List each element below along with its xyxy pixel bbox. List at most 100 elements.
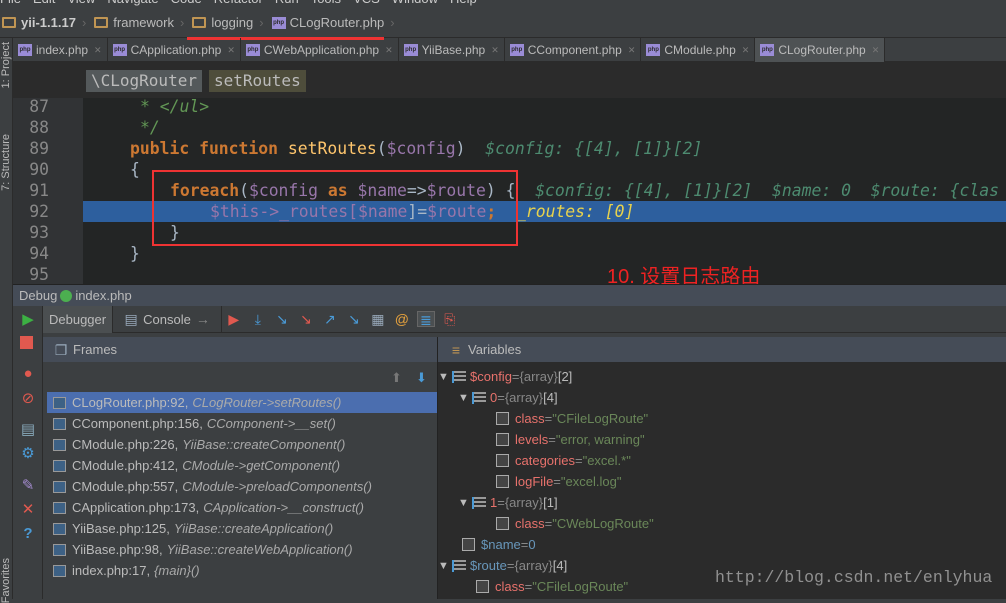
debug-toolbar: Debugger ▤ Console → ▶ ⤓ ↘ ↘ ↗ ↘ ▦ @ ≣ ⎘	[43, 305, 1006, 333]
equals-sign: =	[544, 411, 553, 426]
frame-item[interactable]: CApplication.php:173, CApplication->__con…	[47, 497, 437, 518]
close-tab-icon[interactable]: ✕	[872, 45, 880, 56]
tab-label: CLogRouter.php	[778, 43, 866, 57]
folder-icon	[192, 17, 207, 28]
variable-name: levels	[515, 432, 549, 447]
close-tab-icon[interactable]: ✕	[94, 45, 102, 56]
evaluate-expression-icon[interactable]: ▦	[369, 311, 387, 327]
variable-item[interactable]: ▼ $route = {array} [4]	[438, 555, 567, 576]
tab-capplication[interactable]: php CApplication.php ✕	[108, 38, 241, 62]
expand-triangle-icon[interactable]: ▼	[458, 392, 472, 404]
variable-item[interactable]: logFile = "excel.log"	[482, 471, 621, 492]
annotation-box	[152, 170, 518, 246]
expand-triangle-icon[interactable]: ▼	[438, 371, 452, 383]
tab-label: CWebApplication.php	[263, 43, 380, 57]
variable-item[interactable]: ▼ 1 = {array} [1]	[458, 492, 558, 513]
breadcrumb-project[interactable]: yii-1.1.17 ›	[2, 15, 86, 30]
tab-index[interactable]: php index.php ✕	[13, 38, 108, 62]
array-icon	[452, 370, 466, 383]
close-icon[interactable]: ✕	[20, 502, 36, 518]
menu-code[interactable]: Code	[171, 0, 202, 6]
frame-location: YiiBase.php:125,	[72, 521, 170, 536]
variable-item[interactable]: ▼ 0 = {array} [4]	[458, 387, 558, 408]
favorites-tool-tab[interactable]: Favorites	[0, 558, 12, 603]
previous-frame-icon[interactable]: ⬆	[391, 370, 402, 386]
close-tab-icon[interactable]: ✕	[385, 45, 393, 56]
show-execution-point-icon[interactable]: ▶	[225, 311, 243, 327]
help-icon[interactable]: ?	[20, 526, 36, 542]
project-tool-tab[interactable]: 1: Project	[0, 42, 12, 88]
frame-item[interactable]: index.php:17, {main}()	[47, 560, 437, 581]
variable-item[interactable]: class = "CWebLogRoute"	[482, 513, 654, 534]
layout-icon[interactable]: ▤	[20, 422, 36, 438]
frame-item[interactable]: CModule.php:557, CModule->preloadComponen…	[47, 476, 437, 497]
run-to-cursor-icon[interactable]: ↘	[345, 311, 363, 327]
breadcrumb-file[interactable]: php CLogRouter.php ›	[271, 15, 395, 30]
menu-window[interactable]: Window	[392, 0, 438, 6]
watch-icon[interactable]: @	[393, 311, 411, 327]
variable-item[interactable]: ▼ $config = {array} [2]	[438, 366, 572, 387]
menu-file[interactable]: File	[0, 0, 21, 6]
structure-tool-tab[interactable]: 7: Structure	[0, 134, 12, 191]
primitive-icon	[476, 580, 489, 593]
tab-debugger[interactable]: Debugger	[43, 305, 114, 333]
frame-item[interactable]: CModule.php:412, CModule->getComponent()	[47, 455, 437, 476]
frame-item[interactable]: CLogRouter.php:92, CLogRouter->setRoutes(…	[47, 392, 437, 413]
frame-icon	[53, 480, 66, 493]
stop-icon[interactable]	[20, 336, 33, 349]
close-tab-icon[interactable]: ✕	[491, 45, 499, 56]
mute-breakpoints-icon[interactable]: ⊘	[20, 391, 36, 407]
breadcrumb-logging[interactable]: logging ›	[192, 15, 264, 30]
menu-navigate[interactable]: Navigate	[107, 0, 158, 6]
nav-method[interactable]: setRoutes	[209, 70, 306, 92]
menu-run[interactable]: Run	[275, 0, 299, 6]
variable-value: [4]	[552, 558, 568, 573]
variable-value: "CFileLogRoute"	[552, 411, 649, 426]
settings-gear-icon[interactable]: ⚙	[20, 446, 36, 462]
nav-class[interactable]: \CLogRouter	[86, 70, 202, 92]
expand-triangle-icon[interactable]: ▼	[458, 497, 472, 509]
tab-console[interactable]: ▤ Console →	[113, 305, 222, 333]
force-step-into-icon[interactable]: ↘	[297, 311, 315, 327]
menu-edit[interactable]: Edit	[33, 0, 55, 6]
menu-help[interactable]: Help	[450, 0, 477, 6]
show-values-icon[interactable]: ≣	[416, 311, 435, 328]
variable-item[interactable]: class = "CFileLogRoute"	[462, 576, 628, 597]
close-tab-icon[interactable]: ✕	[742, 45, 750, 56]
menu-view[interactable]: View	[67, 0, 95, 6]
view-breakpoints-icon[interactable]: ●	[20, 366, 36, 382]
watermark: http://blog.csdn.net/enlyhua	[715, 568, 993, 587]
frame-location: CLogRouter.php:92,	[72, 395, 189, 410]
close-tab-icon[interactable]: ✕	[628, 45, 636, 56]
expand-triangle-icon[interactable]: ▼	[438, 560, 452, 572]
frame-function: CLogRouter->setRoutes()	[192, 395, 342, 410]
tab-yiibase[interactable]: php YiiBase.php ✕	[399, 38, 505, 62]
variable-item[interactable]: categories = "excel.*"	[482, 450, 631, 471]
variable-item[interactable]: class = "CFileLogRoute"	[482, 408, 648, 429]
step-out-icon[interactable]: ↗	[321, 311, 339, 327]
menu-vcs[interactable]: VCS	[353, 0, 380, 6]
tab-ccomponent[interactable]: php CComponent.php ✕	[505, 38, 642, 62]
tab-cwebapplication[interactable]: php CWebApplication.php ✕	[241, 38, 399, 62]
close-tab-icon[interactable]: ✕	[227, 45, 235, 56]
step-into-icon[interactable]: ↘	[273, 311, 291, 327]
tab-cmodule[interactable]: php CModule.php ✕	[641, 38, 756, 62]
menu-tools[interactable]: Tools	[311, 0, 341, 6]
step-over-icon[interactable]: ⤓	[249, 311, 267, 327]
next-frame-icon[interactable]: ⬇	[416, 370, 427, 386]
variable-item[interactable]: $name = 0	[442, 534, 536, 555]
array-icon	[452, 559, 466, 572]
resume-icon[interactable]: ▶	[20, 312, 36, 328]
pin-icon[interactable]: ✎	[20, 478, 36, 494]
variable-item[interactable]: levels = "error, warning"	[482, 429, 645, 450]
menu-refactor[interactable]: Refactor	[214, 0, 263, 6]
frame-item[interactable]: YiiBase.php:98, YiiBase::createWebApplica…	[47, 539, 437, 560]
frame-item[interactable]: CModule.php:226, YiiBase::createComponent…	[47, 434, 437, 455]
frame-item[interactable]: YiiBase.php:125, YiiBase::createApplicati…	[47, 518, 437, 539]
frames-icon: ❐	[54, 341, 68, 358]
tab-clogrouter[interactable]: php CLogRouter.php ✕	[755, 38, 886, 62]
restore-layout-icon[interactable]: ⎘	[441, 311, 459, 327]
frame-item[interactable]: CComponent.php:156, CComponent->__set()	[47, 413, 437, 434]
breadcrumb-framework[interactable]: framework ›	[94, 15, 184, 30]
pin-tab-icon: →	[195, 311, 210, 327]
